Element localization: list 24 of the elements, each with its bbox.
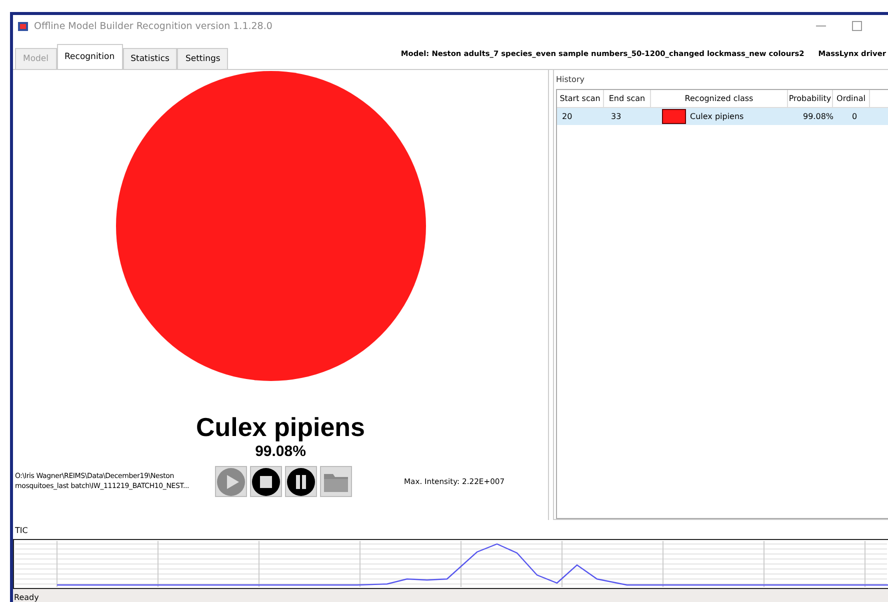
- column-header[interactable]: Recognized class: [651, 90, 788, 107]
- window-title: Offline Model Builder Recognition version 1.1.28.0: [34, 20, 272, 32]
- result-class: Culex pipiens: [196, 412, 366, 443]
- table-cell-text: 20: [561, 112, 574, 121]
- maximize-icon[interactable]: [852, 21, 862, 31]
- column-header[interactable]: Ordinal: [833, 90, 870, 107]
- column-header[interactable]: Start scan: [557, 90, 604, 107]
- column-header[interactable]: End scan: [604, 90, 651, 107]
- tab[interactable]: Recognition: [56, 44, 123, 69]
- tic-title: TIC: [14, 526, 29, 537]
- table-cell-text: 0: [851, 112, 858, 121]
- tab[interactable]: Statistics: [122, 48, 178, 69]
- result-probability: 99.08%: [255, 443, 306, 460]
- app-icon: [17, 20, 29, 32]
- table-cell-text: 33: [610, 112, 622, 121]
- column-header[interactable]: Probability: [788, 90, 833, 107]
- history-row[interactable]: 20 33 Culex pipiens 99.08% 0: [557, 108, 888, 125]
- history-title: History: [556, 75, 586, 84]
- pause-button[interactable]: [285, 466, 317, 497]
- table-cell-text: 99.08%: [802, 112, 835, 121]
- status-bar: Ready: [13, 589, 888, 602]
- table-cell: Culex pipiens: [690, 112, 744, 121]
- stop-button[interactable]: [250, 466, 282, 497]
- tab[interactable]: Settings: [177, 48, 228, 69]
